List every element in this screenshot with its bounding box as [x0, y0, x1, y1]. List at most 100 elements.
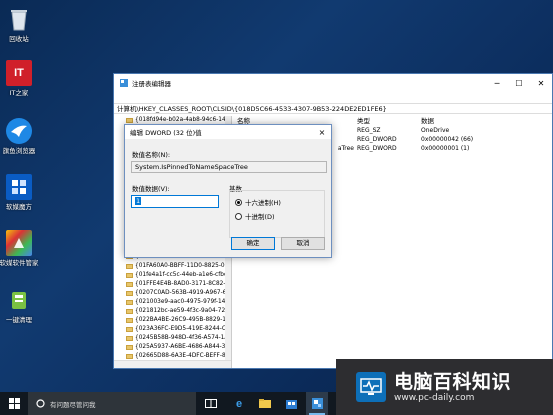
tree-item[interactable]: {0245B58B-948D-4f36-A574-1A	[114, 334, 231, 343]
value-name-field[interactable]: System.IsPinnedToNameSpaceTree	[131, 161, 327, 173]
tree-item[interactable]: {01fe4a1f-cc5c-44eb-a1e6-cfbc	[114, 271, 231, 280]
folder-icon	[126, 336, 133, 342]
tree-item-label: {01fe4a1f-cc5c-44eb-a1e6-cfbc	[135, 271, 228, 278]
folder-icon	[126, 309, 133, 315]
regedit-app-icon	[120, 79, 128, 87]
desktop-icon-browser[interactable]: 旗鱼浏览器	[0, 118, 42, 155]
dialog-body: 数值名称(N): System.IsPinnedToNameSpaceTree …	[125, 139, 331, 257]
desktop-icon-recycle-bin[interactable]: 回收站	[0, 6, 42, 43]
edge-icon: e	[235, 397, 243, 410]
folder-icon	[126, 290, 133, 296]
taskbar-store[interactable]	[280, 392, 302, 415]
value-data-text: 1	[135, 197, 142, 205]
tree-item-label: {022BA4BE-26C9-495B-8829-1C	[135, 317, 231, 324]
desktop-icon-label: 软媒魔方	[6, 203, 32, 211]
value-data-input[interactable]: 1	[131, 195, 219, 208]
taskbar-regedit[interactable]	[306, 392, 328, 415]
ithome-icon: IT	[6, 60, 32, 86]
edit-dword-dialog: 编辑 DWORD (32 位)值 × 数值名称(N): System.IsPin…	[124, 124, 332, 258]
column-header-data[interactable]: 数据	[421, 116, 521, 126]
value-data: 0x00000001 (1)	[421, 145, 470, 152]
folder-icon	[126, 263, 133, 269]
desktop-icon-label: IT之家	[9, 89, 29, 97]
cortana-search-box[interactable]: 有问题尽管问我	[28, 392, 196, 415]
watermark-title: 电脑百科知识	[394, 370, 512, 393]
tree-item[interactable]: {0207C0AD-563B-4919-A967-6	[114, 289, 231, 298]
address-bar[interactable]: 计算机\HKEY_CLASSES_ROOT\CLSID\{018D5C66-45…	[114, 103, 552, 114]
tree-item-label: {0245B58B-948D-4f36-A574-1A	[135, 335, 229, 342]
close-button[interactable]: ✕	[530, 74, 552, 92]
tree-item[interactable]: {022BA4BE-26C9-495B-8829-1C	[114, 316, 231, 325]
task-view-icon	[205, 399, 217, 408]
start-button[interactable]	[3, 392, 25, 415]
value-data-label: 数值数据(V):	[132, 185, 170, 193]
search-placeholder: 有问题尽管问我	[50, 400, 96, 409]
recycle-bin-icon	[6, 6, 32, 32]
task-view-button[interactable]	[200, 392, 222, 415]
folder-icon	[126, 354, 133, 360]
dialog-close-button[interactable]: ×	[313, 128, 331, 137]
desktop-icon-cleanup[interactable]: 一键清理	[0, 287, 42, 324]
taskbar-explorer[interactable]	[254, 392, 276, 415]
tree-item[interactable]: {023A36FC-E9D5-419E-8244-C	[114, 325, 231, 334]
tree-item-label: {021812bc-ae59-4f3c-9a04-72a	[135, 308, 229, 315]
tree-item-label: {0207C0AD-563B-4919-A967-6	[135, 289, 227, 296]
software-manager-icon	[6, 230, 32, 256]
dec-radio[interactable]: 十进制(D)	[235, 211, 275, 221]
column-header-type[interactable]: 类型	[357, 116, 421, 126]
desktop-icon-label: 软媒软件管家	[0, 259, 39, 267]
folder-icon	[126, 299, 133, 305]
value-type: REG_DWORD	[357, 136, 397, 143]
tree-item[interactable]: {021812bc-ae59-4f3c-9a04-72a	[114, 307, 231, 316]
windows-logo-icon	[8, 398, 20, 409]
value-type: REG_DWORD	[357, 145, 397, 152]
tree-item-label: {01FFE4E4B-8AD0-3171-8C82-5C	[135, 280, 231, 287]
maximize-button[interactable]: ☐	[508, 74, 530, 92]
tree-item-label: {025A5937-A6BE-4686-A844-3C	[135, 344, 230, 351]
folder-icon	[126, 327, 133, 333]
monitor-pulse-icon	[356, 372, 386, 402]
folder-icon	[126, 318, 133, 324]
regedit-menubar	[114, 92, 552, 103]
value-data: OneDrive	[421, 127, 450, 134]
desktop-icon-label: 一键清理	[6, 316, 32, 324]
folder-icon	[126, 118, 133, 124]
mofang-icon	[6, 174, 32, 200]
watermark-url: www.pc-daily.com	[394, 392, 475, 403]
tree-item[interactable]: {01FFE4E4B-8AD0-3171-8C82-5C	[114, 280, 231, 289]
folder-icon	[126, 345, 133, 351]
ok-button[interactable]: 确定	[231, 237, 275, 250]
desktop-icon-ithome[interactable]: IT IT之家	[0, 60, 42, 97]
desktop-icon-label: 回收站	[9, 35, 29, 43]
radio-unselected-icon	[235, 212, 242, 220]
tree-horizontal-scrollbar[interactable]	[114, 360, 231, 368]
desktop-icon-software-manager[interactable]: 软媒软件管家	[0, 230, 42, 267]
desktop-icon-mofang[interactable]: 软媒魔方	[0, 174, 42, 211]
folder-icon	[126, 281, 133, 287]
hex-radio-label: 十六进制(H)	[245, 199, 281, 207]
tree-item[interactable]: {025A5937-A6BE-4686-A844-3C	[114, 343, 231, 352]
minimize-button[interactable]: ─	[486, 74, 508, 92]
dialog-titlebar: 编辑 DWORD (32 位)值 ×	[125, 125, 331, 139]
value-type: REG_SZ	[357, 127, 381, 134]
hex-radio[interactable]: 十六进制(H)	[235, 197, 281, 207]
tree-item[interactable]: {021003e9-aac0-4975-979f-14b	[114, 298, 231, 307]
folder-icon	[126, 272, 133, 278]
cortana-icon	[36, 399, 45, 408]
tree-item-label: {021003e9-aac0-4975-979f-14b	[135, 298, 230, 305]
store-icon	[285, 400, 297, 409]
regedit-icon	[311, 398, 323, 409]
dialog-title: 编辑 DWORD (32 位)值	[130, 129, 202, 137]
value-data: 0x00000042 (66)	[421, 136, 474, 143]
tree-item-label: {023A36FC-E9D5-419E-8244-C	[135, 326, 226, 333]
regedit-titlebar: 注册表编辑器 ─ ☐ ✕	[114, 74, 552, 92]
tree-item[interactable]: {01FA60A0-BBFF-11D0-8825-0C	[114, 262, 231, 271]
cleanup-icon	[6, 287, 32, 313]
regedit-title: 注册表编辑器	[132, 80, 171, 88]
tree-item-label: {01FA60A0-BBFF-11D0-8825-0C	[135, 262, 229, 269]
taskbar-edge[interactable]: e	[228, 392, 250, 415]
browser-icon	[6, 118, 32, 144]
desktop-icon-label: 旗鱼浏览器	[2, 147, 36, 155]
cancel-button[interactable]: 取消	[281, 237, 325, 250]
folder-icon	[259, 399, 271, 408]
